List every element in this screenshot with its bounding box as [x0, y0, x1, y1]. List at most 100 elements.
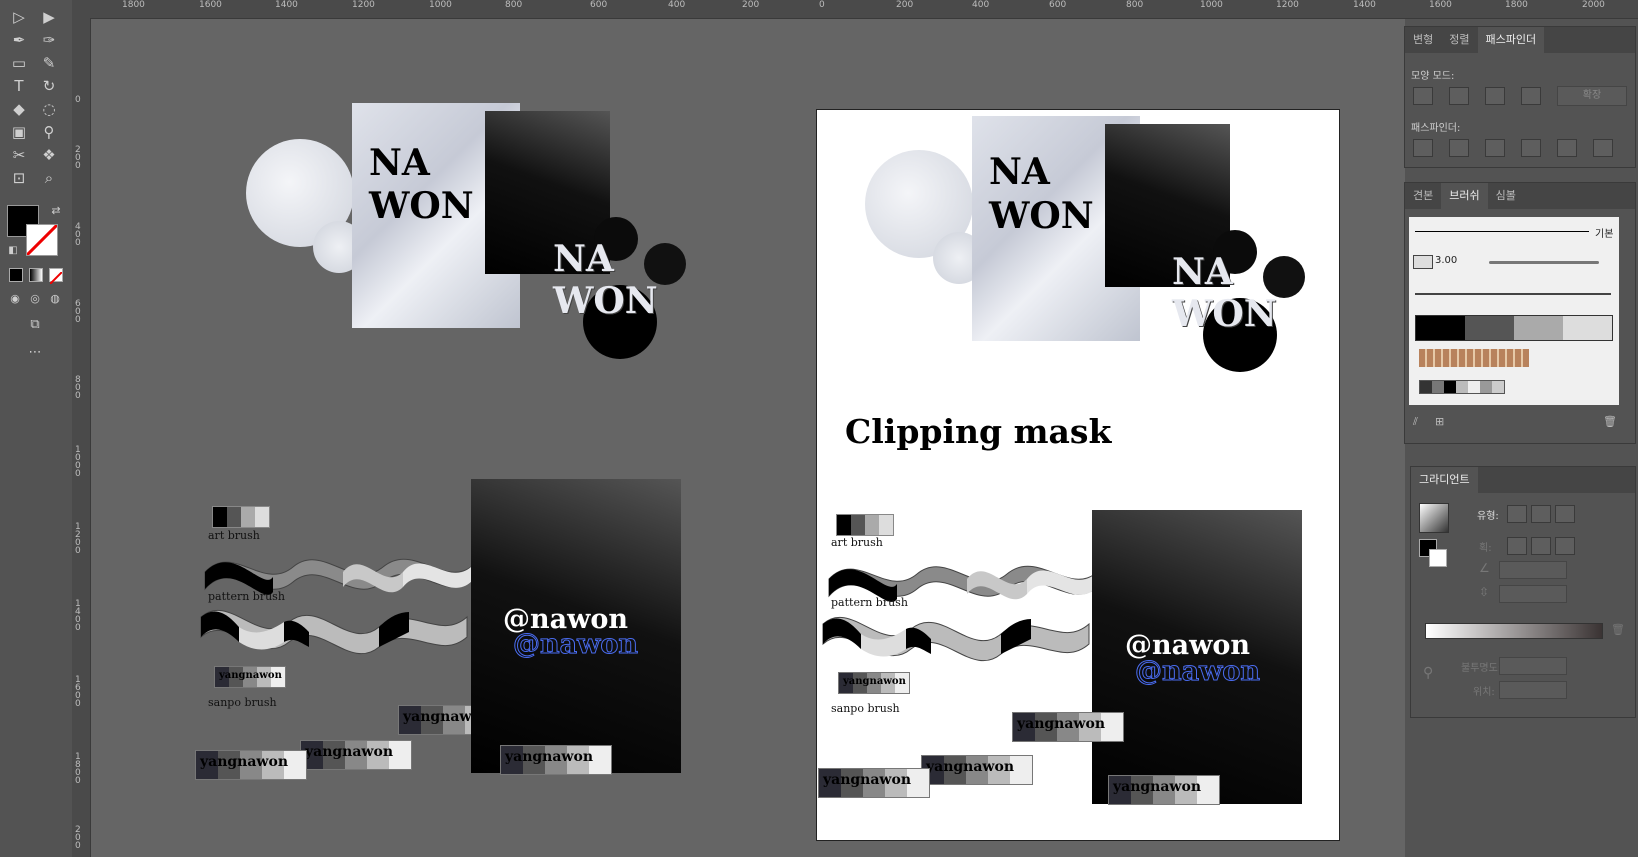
art-brush-item[interactable] [1415, 315, 1613, 341]
gradient-mode-icon[interactable] [29, 268, 43, 282]
pattern-brush-stroke[interactable] [199, 597, 469, 657]
zoom-tool-icon[interactable]: ⌕ [38, 167, 60, 189]
sanpo-brush-sample[interactable]: yangnawon [214, 666, 286, 688]
yangnawon-tag[interactable]: yangnawon [500, 745, 612, 775]
tab-align[interactable]: 정렬 [1441, 27, 1477, 53]
screen-mode-icon[interactable]: ⧉ [24, 314, 46, 336]
art-brush-stroke[interactable] [827, 544, 1097, 604]
radial-gradient-icon[interactable] [1531, 505, 1551, 523]
artboard-tool-icon[interactable]: ⊡ [8, 167, 30, 189]
pattern-brush-item[interactable] [1419, 349, 1529, 367]
pen-tool-icon[interactable]: ✒ [8, 29, 30, 51]
yangnawon-tag[interactable]: yangnawon [921, 755, 1033, 785]
linear-gradient-icon[interactable] [1507, 505, 1527, 523]
charcoal-brush-stroke[interactable] [1415, 293, 1611, 295]
brush-list[interactable]: 기본 3.00 [1409, 217, 1619, 405]
artboard[interactable]: NA WON NA WON Clipping mask art brush pa… [816, 109, 1340, 841]
tab-brushes[interactable]: 브러쉬 [1441, 183, 1488, 209]
paintbrush-tool-icon[interactable]: ✎ [38, 52, 60, 74]
na-text[interactable]: NA [369, 141, 430, 185]
clipping-mask-title[interactable]: Clipping mask [845, 412, 1111, 451]
exclude-icon[interactable] [1521, 87, 1541, 105]
sanpo-brush-sample[interactable]: yangnawon [838, 672, 910, 694]
swap-colors-icon[interactable]: ⇄ [45, 200, 67, 222]
type-tool-icon[interactable]: T [8, 75, 30, 97]
unite-icon[interactable] [1413, 87, 1433, 105]
won-text[interactable]: WON [369, 184, 474, 228]
stroke-within-icon[interactable] [1507, 537, 1527, 555]
tab-swatches[interactable]: 견본 [1405, 183, 1441, 209]
pattern-brush-stroke[interactable] [821, 604, 1091, 664]
eyedropper-tool-icon[interactable]: ⚲ [38, 121, 60, 143]
curvature-tool-icon[interactable]: ✑ [38, 29, 60, 51]
more-tools-icon[interactable]: ⋯ [24, 342, 46, 364]
crop-icon[interactable] [1521, 139, 1541, 157]
eraser-tool-icon[interactable]: ◆ [8, 98, 30, 120]
rotate-tool-icon[interactable]: ↻ [38, 75, 60, 97]
gradient-slider[interactable] [1425, 623, 1603, 639]
basic-brush-line[interactable] [1415, 231, 1589, 232]
calligraphic-brush-stroke[interactable] [1489, 261, 1599, 264]
angle-field[interactable] [1499, 561, 1567, 579]
stroke-along-icon[interactable] [1531, 537, 1551, 555]
color-mode-icon[interactable] [9, 268, 23, 282]
minus-front-icon[interactable] [1449, 87, 1469, 105]
symbol-sprayer-tool-icon[interactable]: ❖ [38, 144, 60, 166]
ruler-tick: 200 [896, 0, 914, 10]
rectangle-tool-icon[interactable]: ▭ [8, 52, 30, 74]
won-text-white[interactable]: WON [1172, 292, 1277, 336]
na-text[interactable]: NA [989, 150, 1050, 194]
na-text-white[interactable]: NA [1172, 250, 1233, 294]
eyedropper-icon[interactable]: ⚲ [1423, 665, 1433, 681]
stroke-color-swatch[interactable] [25, 223, 59, 257]
tab-transform[interactable]: 변형 [1405, 27, 1441, 53]
yangnawon-tag[interactable]: yangnawon [195, 750, 307, 780]
gradient-preview[interactable] [1419, 503, 1449, 533]
yangnawon-tag[interactable]: yangnawon [300, 740, 412, 770]
location-field[interactable] [1499, 681, 1567, 699]
gradient-tool-icon[interactable]: ▣ [8, 121, 30, 143]
art-brush-swatch[interactable] [836, 514, 894, 536]
handle-outline-text[interactable]: @nawon [1134, 656, 1260, 688]
art-brush-swatch[interactable] [212, 506, 270, 528]
freeform-gradient-icon[interactable] [1555, 505, 1575, 523]
aspect-ratio-field[interactable] [1499, 585, 1567, 603]
draw-inside-icon[interactable]: ◍ [44, 288, 66, 310]
intersect-icon[interactable] [1485, 87, 1505, 105]
yangnawon-tag[interactable]: yangnawon [818, 768, 930, 798]
divide-icon[interactable] [1413, 139, 1433, 157]
blend-tool-icon[interactable]: ✂ [8, 144, 30, 166]
stroke-across-icon[interactable] [1555, 537, 1575, 555]
minus-back-icon[interactable] [1593, 139, 1613, 157]
won-text-white[interactable]: WON [553, 279, 658, 323]
won-text[interactable]: WON [989, 194, 1094, 238]
expand-button[interactable]: 확장 [1557, 86, 1627, 106]
delete-stop-icon[interactable]: 🗑 [1611, 623, 1625, 636]
merge-icon[interactable] [1485, 139, 1505, 157]
new-brush-icon[interactable]: ⊞ [1435, 415, 1444, 428]
gradient-stroke-swatch[interactable] [1429, 549, 1447, 567]
selection-tool-icon[interactable]: ▷ [8, 6, 30, 28]
opacity-field[interactable] [1499, 657, 1567, 675]
draw-normal-icon[interactable]: ◉ [4, 288, 26, 310]
canvas-area[interactable]: NA WON NA WON art brush pattern brush ya… [91, 19, 1405, 857]
default-colors-icon[interactable]: ◧ [2, 240, 24, 262]
trim-icon[interactable] [1449, 139, 1469, 157]
delete-brush-icon[interactable]: 🗑 [1603, 415, 1617, 428]
draw-behind-icon[interactable]: ◎ [24, 288, 46, 310]
handle-outline-text[interactable]: @nawon [512, 629, 638, 661]
yangnawon-tag[interactable]: yangnawon [1012, 712, 1124, 742]
tab-gradient[interactable]: 그라디언트 [1411, 467, 1478, 493]
brush-library-icon[interactable]: ⫽ [1413, 415, 1418, 429]
outline-icon[interactable] [1557, 139, 1577, 157]
none-mode-icon[interactable] [49, 268, 63, 285]
yangnawon-tag[interactable]: yangnawon [1108, 775, 1220, 805]
art-brush-stroke[interactable] [203, 537, 473, 597]
direct-selection-tool-icon[interactable]: ▶ [38, 6, 60, 28]
tab-symbols[interactable]: 심볼 [1488, 183, 1524, 209]
lasso-tool-icon[interactable]: ◌ [38, 98, 60, 120]
sanpo-brush-item[interactable] [1419, 380, 1505, 394]
tab-pathfinder[interactable]: 패스파인더 [1477, 27, 1545, 53]
na-text-white[interactable]: NA [553, 237, 614, 281]
yangnawon-text: yangnawon [219, 670, 282, 681]
